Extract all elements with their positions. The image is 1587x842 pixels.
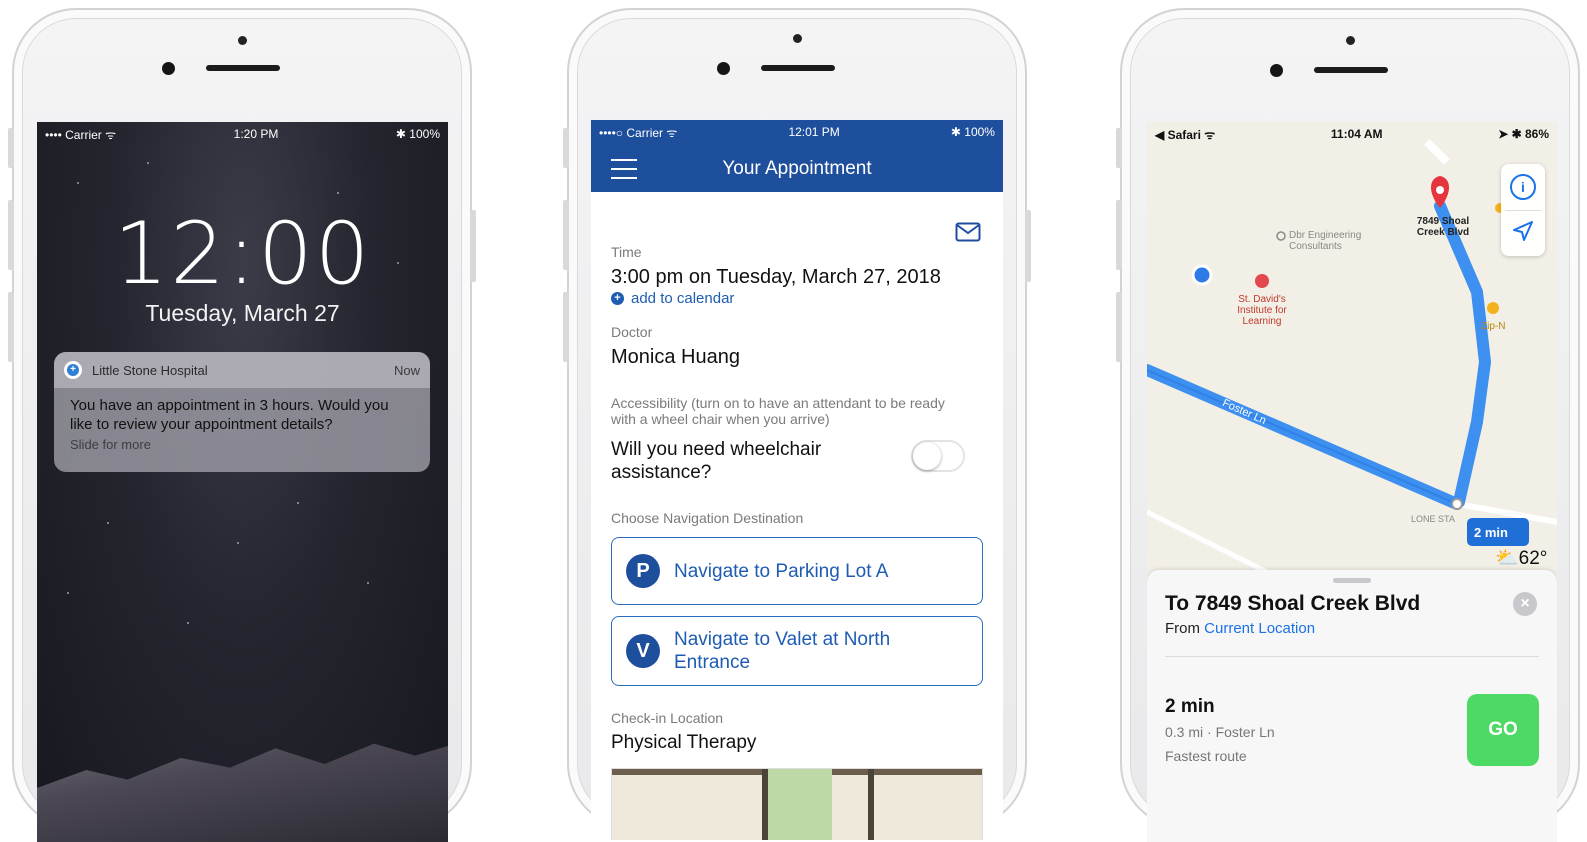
weather-temp: ⛅62° bbox=[1495, 548, 1548, 569]
wheelchair-question: Will you need wheelchair assistance? bbox=[611, 439, 822, 483]
mountain-wallpaper bbox=[37, 743, 448, 842]
lock-date: Tuesday, March 27 bbox=[145, 300, 340, 326]
location-arrow-icon[interactable] bbox=[1512, 220, 1534, 242]
wheelchair-toggle[interactable] bbox=[911, 440, 965, 472]
valet-icon: V bbox=[626, 634, 660, 668]
appointment-screen: ••••○ Carrier ᯤ 12:01 PM ✱ 100% Your App… bbox=[591, 120, 1003, 840]
notification-app-name: Little Stone Hospital bbox=[92, 362, 208, 378]
status-bar: •••• Carrier ᯤ 1:20 PM ✱ 100% bbox=[37, 122, 448, 146]
sheet-grabber[interactable] bbox=[1333, 578, 1371, 583]
route-duration: 2 min bbox=[1165, 696, 1215, 717]
directions-sheet[interactable]: To 7849 Shoal Creek Blvd From Current Lo… bbox=[1147, 570, 1557, 842]
checkin-location: Physical Therapy bbox=[611, 732, 757, 753]
proximity-sensor bbox=[793, 34, 802, 43]
phone-appointment: ••••○ Carrier ᯤ 12:01 PM ✱ 100% Your App… bbox=[563, 8, 1031, 840]
destination-pin-label: 7849 Shoal Creek Blvd bbox=[1416, 216, 1470, 238]
battery-indicator: ➤ ✱ 86% bbox=[1498, 127, 1549, 141]
maps-screen: ◀ Safari ᯤ 11:04 AM ➤ ✱ 86% 7849 Shoal C… bbox=[1147, 122, 1557, 842]
earpiece-speaker bbox=[206, 65, 280, 71]
notification-header: + Little Stone Hospital Now bbox=[54, 352, 430, 388]
mute-switch bbox=[8, 128, 14, 168]
lock-screen: •••• Carrier ᯤ 1:20 PM ✱ 100% 12:00 Tues… bbox=[37, 122, 448, 842]
front-camera bbox=[717, 62, 730, 75]
directions-from: From Current Location bbox=[1165, 620, 1316, 637]
map-controls: i bbox=[1501, 164, 1545, 256]
notification-card[interactable]: + Little Stone Hospital Now You have an … bbox=[54, 352, 430, 472]
doctor-label: Doctor bbox=[611, 324, 653, 340]
add-icon: + bbox=[611, 292, 624, 305]
appointment-time: 3:00 pm on Tuesday, March 27, 2018 bbox=[611, 266, 941, 288]
directions-title: To 7849 Shoal Creek Blvd bbox=[1165, 592, 1421, 615]
navigation-destination-label: Choose Navigation Destination bbox=[611, 510, 804, 526]
back-to-safari[interactable]: ◀ Safari ᯤ bbox=[1155, 126, 1215, 143]
slide-for-more-hint: Slide for more bbox=[70, 437, 151, 452]
lock-clock: 12:00 bbox=[113, 204, 372, 304]
mute-switch bbox=[563, 128, 569, 168]
status-bar: ◀ Safari ᯤ 11:04 AM ➤ ✱ 86% bbox=[1147, 122, 1557, 146]
volume-down-button bbox=[563, 292, 569, 362]
power-button bbox=[470, 210, 476, 282]
info-icon[interactable]: i bbox=[1510, 174, 1536, 200]
navigate-valet-button[interactable]: V Navigate to Valet at North Entrance bbox=[611, 616, 983, 686]
status-time: 1:20 PM bbox=[233, 127, 279, 141]
navigate-valet-label: Navigate to Valet at North Entrance bbox=[674, 629, 891, 673]
divider bbox=[1165, 656, 1539, 657]
hospital-app-icon: + bbox=[64, 361, 82, 379]
volume-down-button bbox=[8, 292, 14, 362]
route-note: Fastest route bbox=[1165, 748, 1247, 764]
poi-dbr-engineering: Dbr Engineering Consultants bbox=[1289, 230, 1362, 252]
earpiece-speaker bbox=[761, 65, 835, 71]
accessibility-label: Accessibility (turn on to have an attend… bbox=[611, 395, 945, 427]
proximity-sensor bbox=[238, 36, 247, 45]
time-label: Time bbox=[611, 244, 642, 260]
poi-zip-n: Zip-N bbox=[1481, 321, 1506, 332]
status-bar: ••••○ Carrier ᯤ 12:01 PM ✱ 100% bbox=[591, 120, 1003, 144]
add-to-calendar-link[interactable]: + add to calendar bbox=[611, 290, 734, 307]
proximity-sensor bbox=[1346, 36, 1355, 45]
navigate-parking-button[interactable]: P Navigate to Parking Lot A bbox=[611, 537, 983, 605]
volume-up-button bbox=[8, 200, 14, 270]
front-camera bbox=[162, 62, 175, 75]
carrier-signal: •••• Carrier ᯤ bbox=[45, 127, 117, 142]
notification-time: Now bbox=[393, 362, 420, 378]
go-button[interactable]: GO bbox=[1467, 694, 1539, 766]
checkin-label: Check-in Location bbox=[611, 710, 724, 726]
mail-icon[interactable] bbox=[955, 222, 981, 242]
battery-indicator: ✱ 100% bbox=[395, 127, 440, 141]
eta-badge: 2 min bbox=[1474, 525, 1508, 540]
front-camera bbox=[1270, 64, 1283, 77]
phone-maps: ◀ Safari ᯤ 11:04 AM ➤ ✱ 86% 7849 Shoal C… bbox=[1116, 8, 1580, 842]
toggle-knob bbox=[913, 442, 941, 470]
battery-indicator: ✱ 100% bbox=[950, 125, 995, 139]
route-map[interactable] bbox=[1147, 122, 1557, 582]
close-icon[interactable]: × bbox=[1513, 592, 1537, 616]
navigate-parking-label: Navigate to Parking Lot A bbox=[674, 560, 889, 582]
road-lone-star: LONE STA bbox=[1411, 514, 1455, 524]
carrier-signal: ••••○ Carrier ᯤ bbox=[599, 125, 678, 140]
app-header: ••••○ Carrier ᯤ 12:01 PM ✱ 100% Your App… bbox=[591, 120, 1003, 192]
mute-switch bbox=[1116, 128, 1122, 168]
phone-lockscreen: •••• Carrier ᯤ 1:20 PM ✱ 100% 12:00 Tues… bbox=[8, 8, 476, 842]
current-location-link[interactable]: Current Location bbox=[1204, 620, 1315, 637]
add-to-calendar-label: add to calendar bbox=[631, 290, 735, 307]
page-title: Your Appointment bbox=[722, 158, 872, 179]
doctor-name: Monica Huang bbox=[611, 346, 740, 368]
notification-message: You have an appointment in 3 hours. Woul… bbox=[70, 397, 389, 433]
route-distance: 0.3 mi · Foster Ln bbox=[1165, 724, 1275, 740]
status-time: 11:04 AM bbox=[1330, 127, 1383, 141]
checkin-floor-map[interactable] bbox=[611, 768, 983, 840]
power-button bbox=[1025, 210, 1031, 282]
poi-st-davids: St. David's Institute for Learning bbox=[1237, 294, 1287, 327]
volume-down-button bbox=[1116, 292, 1122, 362]
parking-icon: P bbox=[626, 554, 660, 588]
volume-up-button bbox=[563, 200, 569, 270]
earpiece-speaker bbox=[1314, 67, 1388, 73]
status-time: 12:01 PM bbox=[788, 125, 840, 139]
volume-up-button bbox=[1116, 200, 1122, 270]
